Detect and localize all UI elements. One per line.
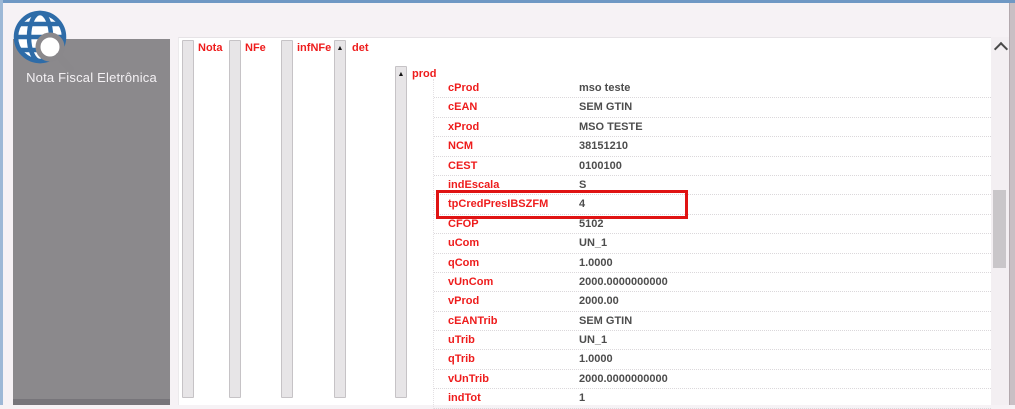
field-value: 38151210 bbox=[579, 140, 628, 153]
field-value: mso teste bbox=[579, 82, 631, 94]
tree-node-det[interactable]: det bbox=[352, 42, 369, 54]
field-name: indTot bbox=[448, 392, 481, 405]
field-name: NCM bbox=[448, 140, 474, 153]
table-row[interactable]: cEANTrib SEM GTIN bbox=[434, 312, 991, 332]
table-row[interactable]: vProd 2000.00 bbox=[434, 292, 991, 312]
field-name: cEAN bbox=[448, 101, 478, 114]
field-name: vProd bbox=[448, 295, 480, 308]
table-row[interactable]: NCM 38151210 bbox=[434, 137, 991, 157]
field-name: vUnTrib bbox=[448, 372, 489, 385]
field-name: qCom bbox=[448, 256, 480, 269]
field-value: UN_1 bbox=[579, 237, 608, 250]
table-row[interactable]: qTrib 1.0000 bbox=[434, 350, 991, 370]
table-row[interactable]: indTot 1 bbox=[434, 389, 991, 409]
sidebar-bottom-edge bbox=[13, 399, 170, 405]
field-name: CEST bbox=[448, 159, 478, 172]
field-value: SEM GTIN bbox=[579, 314, 633, 327]
tree-strip-nfe[interactable] bbox=[229, 40, 241, 398]
tree-strip-det[interactable]: ▲ bbox=[334, 40, 346, 398]
field-name: uCom bbox=[448, 237, 480, 250]
table-row[interactable]: CEST 0100100 bbox=[434, 157, 991, 176]
table-row[interactable]: vUnCom 2000.0000000000 bbox=[434, 273, 991, 293]
field-name: uTrib bbox=[448, 334, 475, 347]
field-value: 1.0000 bbox=[579, 256, 613, 269]
field-value: 1.0000 bbox=[579, 353, 613, 366]
tree-strip-nota[interactable] bbox=[182, 40, 194, 398]
field-name: cEANTrib bbox=[448, 314, 498, 327]
table-row[interactable]: cEAN SEM GTIN bbox=[434, 98, 991, 118]
field-value: 2000.0000000000 bbox=[579, 275, 668, 288]
field-name: vUnCom bbox=[448, 275, 494, 288]
table-row[interactable]: xProd MSO TESTE bbox=[434, 118, 991, 138]
globe-with-magnifier-icon bbox=[13, 10, 74, 73]
collapse-triangle-icon[interactable]: ▲ bbox=[335, 43, 345, 54]
table-row[interactable]: vUnTrib 2000.0000000000 bbox=[434, 370, 991, 390]
tree-strip-infnfe[interactable] bbox=[281, 40, 293, 398]
table-row[interactable]: uCom UN_1 bbox=[434, 234, 991, 254]
table-row[interactable]: cProd mso teste bbox=[434, 79, 991, 99]
tree-node-infnfe[interactable]: infNFe bbox=[297, 42, 331, 54]
field-rows: cProd mso teste cEAN SEM GTIN xProd MSO TESTE… bbox=[433, 79, 991, 409]
table-row[interactable]: qCom 1.0000 bbox=[434, 254, 991, 273]
tree-node-nota[interactable]: Nota bbox=[198, 42, 222, 54]
tree-strip-prod[interactable]: ▲ bbox=[395, 66, 407, 398]
window-left-border bbox=[0, 0, 3, 405]
field-name: cProd bbox=[448, 82, 480, 94]
collapse-triangle-icon[interactable]: ▲ bbox=[396, 69, 406, 80]
tree-node-nfe[interactable]: NFe bbox=[245, 42, 266, 54]
nfe-xml-viewer-window: { "window": { "app_label": "Nota Fiscal … bbox=[0, 0, 1015, 409]
window-top-border bbox=[0, 0, 1015, 3]
table-row[interactable]: uTrib UN_1 bbox=[434, 331, 991, 351]
scrollbar-thumb[interactable] bbox=[993, 190, 1006, 268]
field-name: xProd bbox=[448, 120, 480, 133]
field-value: SEM GTIN bbox=[579, 101, 633, 114]
field-name: qTrib bbox=[448, 353, 475, 366]
field-value: 2000.0000000000 bbox=[579, 372, 668, 385]
field-value: 1 bbox=[579, 392, 586, 405]
sidebar bbox=[13, 39, 170, 399]
field-value: 0100100 bbox=[579, 159, 622, 172]
field-value: MSO TESTE bbox=[579, 120, 643, 133]
field-value: UN_1 bbox=[579, 334, 608, 347]
window-right-border bbox=[1009, 3, 1015, 405]
field-value: 2000.00 bbox=[579, 295, 619, 308]
highlight-box bbox=[436, 190, 688, 219]
